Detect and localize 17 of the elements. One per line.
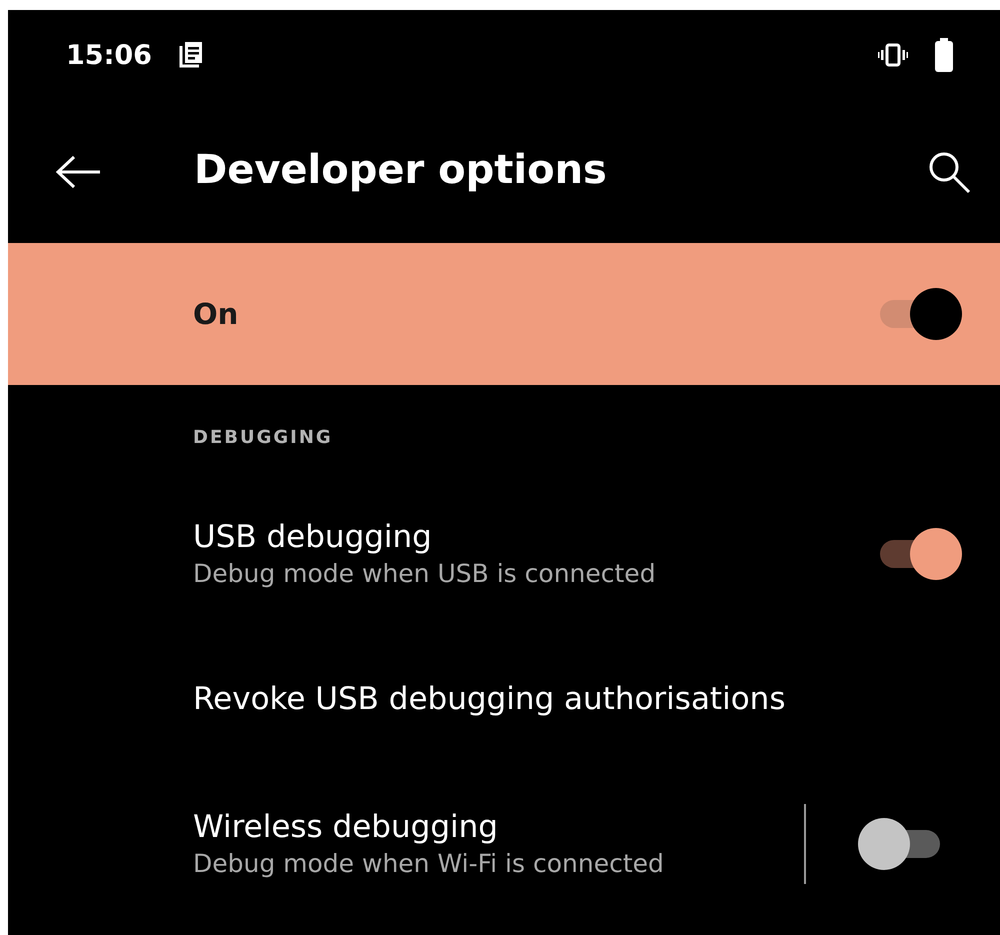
switch-label: On — [193, 297, 240, 331]
setting-summary: Debug mode when USB is connected — [193, 558, 657, 590]
battery-icon — [934, 38, 954, 72]
vibrate-icon — [878, 43, 908, 67]
setting-row[interactable]: USB debugging Debug mode when USB is connected — [8, 481, 1000, 626]
setting-row[interactable]: Revoke USB debugging authorisations — [8, 626, 1000, 771]
main-switch-bar[interactable]: On — [8, 243, 1000, 385]
setting-row[interactable]: Wireless debugging Debug mode when Wi-Fi is connected — [8, 771, 1000, 916]
notification-icon — [178, 40, 204, 70]
setting-summary: Debug mode when Wi-Fi is connected — [193, 848, 665, 880]
status-time: 15:06 — [66, 40, 152, 70]
setting-title: Revoke USB debugging authorisations — [193, 680, 786, 718]
screen-title: Developer options — [194, 146, 608, 192]
setting-title: USB debugging — [193, 518, 433, 556]
section-header: DEBUGGING — [192, 426, 334, 450]
back-arrow-icon — [54, 154, 102, 188]
setting-title: Wireless debugging — [193, 808, 499, 846]
